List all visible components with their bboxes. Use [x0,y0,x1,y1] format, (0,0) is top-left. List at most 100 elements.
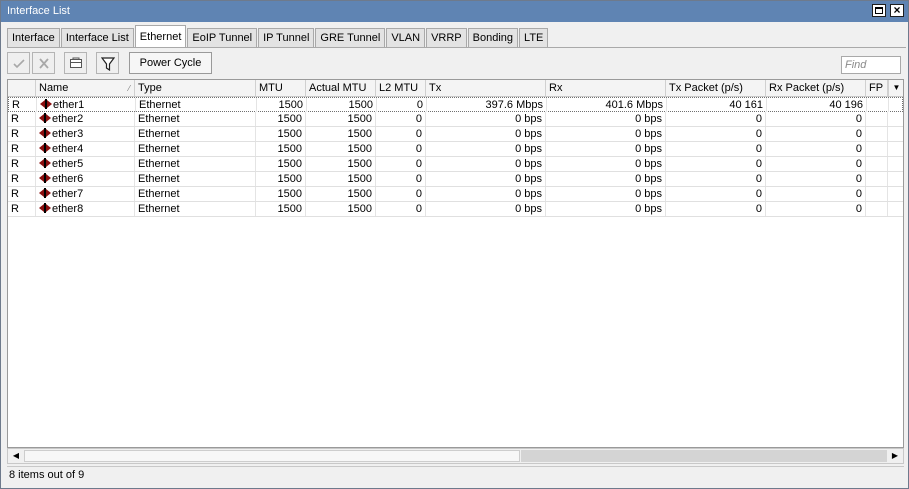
cell-actual-mtu: 1500 [306,127,376,141]
cell-text: 0 [755,188,762,200]
check-icon [13,59,25,69]
ethernet-interface-icon [39,113,51,123]
cell-fp [866,127,888,141]
tab-ip-tunnel[interactable]: IP Tunnel [258,28,315,47]
disable-button[interactable] [32,52,55,74]
col-l2-mtu[interactable]: L2 MTU [376,80,426,96]
col-name[interactable]: Name ⁄ [36,80,135,96]
status-text: 8 items out of 9 [9,469,85,481]
cell-mtu: 1500 [256,187,306,201]
cell-text: 0 bps [515,203,542,215]
col-tx-packet[interactable]: Tx Packet (p/s) [666,80,766,96]
cell-tx-packet: 0 [666,142,766,156]
comment-button[interactable] [64,52,87,74]
cell-text: R [12,99,20,111]
cell-text: 397.6 Mbps [485,99,543,111]
cell-text: 0 bps [635,128,662,140]
cell-text: 0 bps [635,143,662,155]
cell-type: Ethernet [135,187,256,201]
enable-button[interactable] [7,52,30,74]
cell-text: Ethernet [138,158,180,170]
close-icon[interactable]: × [890,4,904,17]
table-row[interactable]: Rether1 Ethernet 1500 1500 0 397.6 Mbps 401.6 … [8,97,903,112]
scroll-thumb[interactable] [24,450,520,462]
col-actual-mtu[interactable]: Actual MTU [306,80,376,96]
scroll-track[interactable] [521,450,887,462]
col-rx[interactable]: Rx [546,80,666,96]
table-row[interactable]: Rether5 Ethernet 1500 1500 0 0 bps 0 bps 0 0 [8,157,903,172]
interface-table: Name ⁄ Type MTU Actual MTU L2 MTU Tx Rx T… [7,79,904,448]
cell-mtu: 1500 [256,142,306,156]
tab-eoip-tunnel[interactable]: EoIP Tunnel [187,28,258,47]
cell-text: Ethernet [138,188,180,200]
table-row[interactable]: Rether4 Ethernet 1500 1500 0 0 bps 0 bps 0 0 [8,142,903,157]
cell-type: Ethernet [135,112,256,126]
cell-flag: R [8,127,36,141]
filter-button[interactable] [96,52,119,74]
tab-gre-tunnel[interactable]: GRE Tunnel [315,28,386,47]
cross-icon [39,58,49,69]
maximize-icon[interactable] [872,4,886,17]
cell-text: 0 bps [515,158,542,170]
cell-l2-mtu: 0 [376,112,426,126]
tab-interface[interactable]: Interface [7,28,60,47]
tab-vlan[interactable]: VLAN [386,28,426,47]
cell-text: R [11,128,19,140]
table-row[interactable]: Rether8 Ethernet 1500 1500 0 0 bps 0 bps 0 0 [8,202,903,217]
cell-text: ether8 [52,203,84,215]
col-mtu[interactable]: MTU [256,80,306,96]
tab-lte[interactable]: LTE [519,28,549,47]
cell-text: Ethernet [138,113,180,125]
filter-icon [101,57,115,71]
cell-rx-packet: 0 [766,112,866,126]
columns-dropdown-icon[interactable]: ▼ [888,80,903,96]
cell-rx-packet: 0 [766,142,866,156]
table-row[interactable]: Rether6 Ethernet 1500 1500 0 0 bps 0 bps 0 0 [8,172,903,187]
cell-text: ether3 [52,128,84,140]
title-bar[interactable]: Interface List × [1,1,908,22]
cell-text: 40 161 [729,99,763,111]
table-row[interactable]: Rether2 Ethernet 1500 1500 0 0 bps 0 bps 0 0 [8,112,903,127]
power-cycle-button[interactable]: Power Cycle [129,52,212,74]
cell-mtu: 1500 [256,127,306,141]
table-row[interactable]: Rether7 Ethernet 1500 1500 0 0 bps 0 bps 0 0 [8,187,903,202]
col-fp[interactable]: FP [866,80,888,96]
col-rx-packet[interactable]: Rx Packet (p/s) [766,80,866,96]
cell-text: 0 bps [635,158,662,170]
tab-vrrp[interactable]: VRRP [426,28,467,47]
scroll-left-icon[interactable]: ◀ [8,449,24,463]
cell-l2-mtu: 0 [376,187,426,201]
horizontal-scrollbar[interactable]: ◀ ▶ [7,448,904,464]
ethernet-interface-icon [39,188,51,198]
cell-text: 0 bps [635,203,662,215]
comment-icon [70,57,82,68]
table-row[interactable]: Rether3 Ethernet 1500 1500 0 0 bps 0 bps 0 0 [8,127,903,142]
cell-text: R [11,188,19,200]
col-name-label: Name [39,82,69,94]
cell-mtu: 1500 [256,112,306,126]
cell-l2-mtu: 0 [377,98,427,112]
col-flag[interactable] [8,80,36,96]
cell-text: 0 [855,113,862,125]
cell-text: 0 [855,188,862,200]
cell-text: 1500 [348,99,373,111]
col-type[interactable]: Type [135,80,256,96]
find-input[interactable]: Find [841,56,901,74]
cell-text: 1500 [277,188,302,200]
tab-interface-list[interactable]: Interface List [60,28,134,47]
cell-text: ether2 [52,113,84,125]
cell-text: 1500 [347,158,372,170]
cell-text: 1500 [347,188,372,200]
cell-text: 0 [855,203,862,215]
cell-actual-mtu: 1500 [306,142,376,156]
cell-text: 1500 [277,113,302,125]
ethernet-interface-icon [39,158,51,168]
cell-fp [866,172,888,186]
scroll-right-icon[interactable]: ▶ [887,449,903,463]
tab-ethernet[interactable]: Ethernet [134,25,187,47]
col-tx[interactable]: Tx [426,80,546,96]
cell-tx-packet: 0 [666,202,766,216]
cell-text: ether7 [52,188,84,200]
tab-bonding[interactable]: Bonding [467,28,519,47]
cell-text: 0 [855,143,862,155]
